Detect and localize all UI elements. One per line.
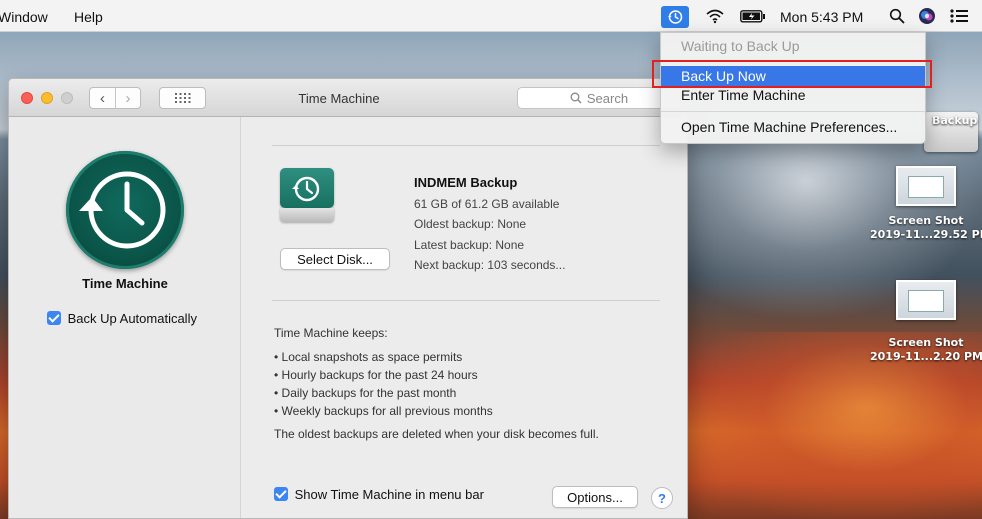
menu-bar: Window Help Mon 5:43 PM xyxy=(0,0,982,32)
help-button[interactable]: ? xyxy=(651,487,673,509)
disk-name: INDMEM Backup xyxy=(414,175,518,190)
time-machine-app-icon xyxy=(66,151,184,269)
disk-available: 61 GB of 61.2 GB available xyxy=(414,196,560,211)
checkbox-checked-icon xyxy=(47,311,61,325)
keeps-list: • Local snapshots as space permits • Hou… xyxy=(274,348,493,420)
desktop-file-screenshot-2[interactable]: Screen Shot 2019-11...2.20 PM xyxy=(870,280,982,364)
list-item: • Hourly backups for the past 24 hours xyxy=(274,368,478,382)
back-up-automatically-checkbox[interactable]: Back Up Automatically xyxy=(47,311,197,326)
divider xyxy=(272,145,660,146)
wifi-icon[interactable] xyxy=(706,8,724,27)
time-machine-menu: Waiting to Back Up Back Up Now Enter Tim… xyxy=(660,32,926,144)
keeps-heading: Time Machine keeps: xyxy=(274,326,388,340)
window-titlebar: ‹ › Time Machine Search xyxy=(9,79,687,117)
search-placeholder: Search xyxy=(586,90,629,106)
time-machine-menu-extra[interactable] xyxy=(661,6,689,28)
window-title: Time Machine xyxy=(298,91,380,106)
list-item: • Weekly backups for all previous months xyxy=(274,404,493,418)
menu-help[interactable]: Help xyxy=(74,9,103,25)
siri-icon[interactable] xyxy=(918,7,936,28)
backup-disk-base xyxy=(280,208,334,222)
show-all-button[interactable] xyxy=(159,87,206,109)
time-machine-preferences-window: ‹ › Time Machine Search Time Machine Bac… xyxy=(8,78,688,519)
back-button[interactable]: ‹ xyxy=(90,88,115,108)
search-field[interactable]: Search xyxy=(517,87,681,109)
notification-center-icon[interactable] xyxy=(950,9,968,26)
checkbox-checked-icon xyxy=(274,487,288,501)
left-pane: Time Machine Back Up Automatically xyxy=(9,117,241,518)
desktop-backup-disk-label[interactable]: Backup xyxy=(932,114,977,128)
close-button[interactable] xyxy=(21,92,33,104)
divider xyxy=(272,300,660,301)
oldest-backup: Oldest backup: None xyxy=(414,217,527,231)
menu-item-enter-time-machine[interactable]: Enter Time Machine xyxy=(661,85,925,105)
options-button[interactable]: Options... xyxy=(552,486,638,508)
oldest-backups-note: The oldest backups are deleted when your… xyxy=(274,427,599,441)
backup-disk-icon xyxy=(280,168,334,208)
menu-item-open-preferences[interactable]: Open Time Machine Preferences... xyxy=(661,117,925,137)
show-in-menu-bar-label: Show Time Machine in menu bar xyxy=(294,487,484,502)
screenshot-thumbnail-icon xyxy=(896,166,956,206)
battery-icon[interactable] xyxy=(740,10,766,26)
menubar-clock[interactable]: Mon 5:43 PM xyxy=(780,9,863,25)
forward-button[interactable]: › xyxy=(115,88,140,108)
time-machine-icon xyxy=(668,10,683,24)
latest-backup: Latest backup: None xyxy=(414,237,525,252)
app-name-label: Time Machine xyxy=(82,276,168,291)
spotlight-icon[interactable] xyxy=(889,8,905,27)
zoom-button[interactable] xyxy=(61,92,73,104)
desktop-file-screenshot-1[interactable]: Screen Shot 2019-11...29.52 PM xyxy=(870,166,982,242)
list-item: • Local snapshots as space permits xyxy=(274,350,463,364)
minimize-button[interactable] xyxy=(41,92,53,104)
disk-info: INDMEM Backup 61 GB of 61.2 GB available… xyxy=(414,173,565,276)
list-item: • Daily backups for the past month xyxy=(274,386,457,400)
search-icon xyxy=(570,92,582,104)
back-up-automatically-label: Back Up Automatically xyxy=(67,311,197,326)
menu-separator xyxy=(661,61,925,62)
menu-status-waiting: Waiting to Back Up xyxy=(681,38,800,54)
select-disk-button[interactable]: Select Disk... xyxy=(280,248,390,270)
menu-window[interactable]: Window xyxy=(0,9,48,25)
menu-separator xyxy=(661,111,925,112)
show-in-menu-bar-checkbox[interactable]: Show Time Machine in menu bar xyxy=(274,487,484,502)
grid-icon xyxy=(174,93,190,103)
next-backup: Next backup: 103 seconds... xyxy=(414,258,566,272)
back-forward-control: ‹ › xyxy=(89,87,141,109)
screenshot-thumbnail-icon xyxy=(896,280,956,320)
menu-item-back-up-now[interactable]: Back Up Now xyxy=(661,66,925,86)
right-pane: Select Disk... INDMEM Backup 61 GB of 61… xyxy=(242,117,687,518)
